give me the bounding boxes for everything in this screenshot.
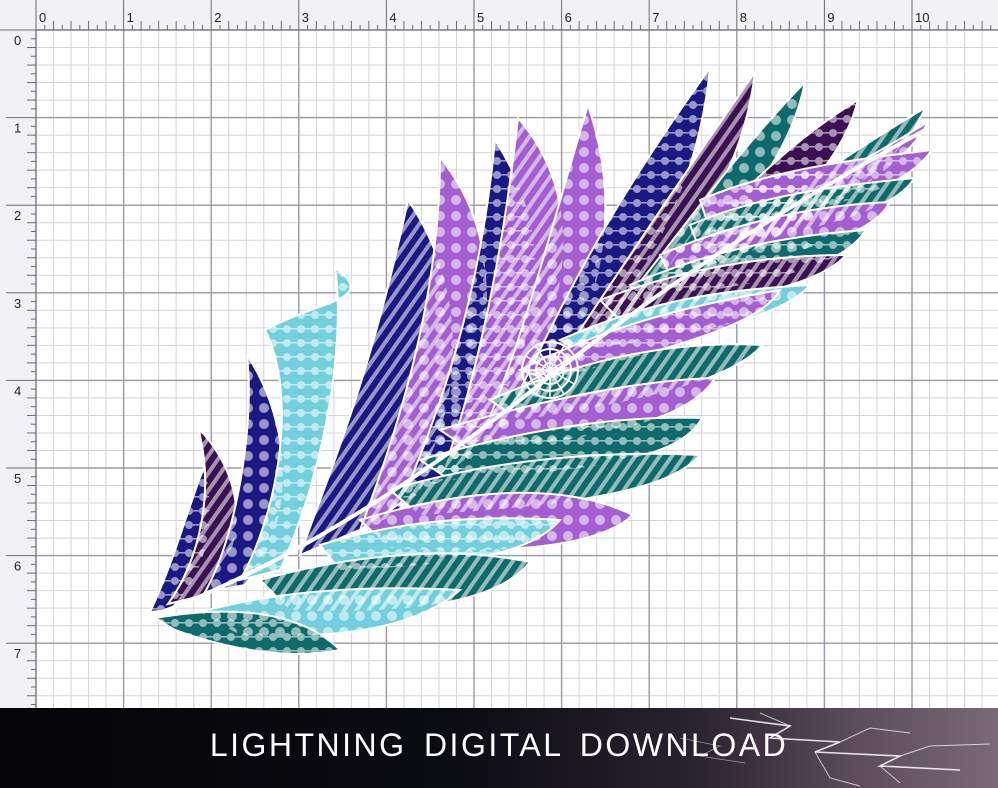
banner-title: LIGHTNING DIGITAL DOWNLOAD: [209, 727, 789, 763]
feather-artwork[interactable]: [0, 0, 998, 708]
download-banner: LIGHTNING DIGITAL DOWNLOAD: [0, 708, 998, 788]
design-canvas[interactable]: 0 1 2 3 4 5 6 7 8 9 10 0 1 2 3 4 5 6 7: [0, 0, 998, 708]
